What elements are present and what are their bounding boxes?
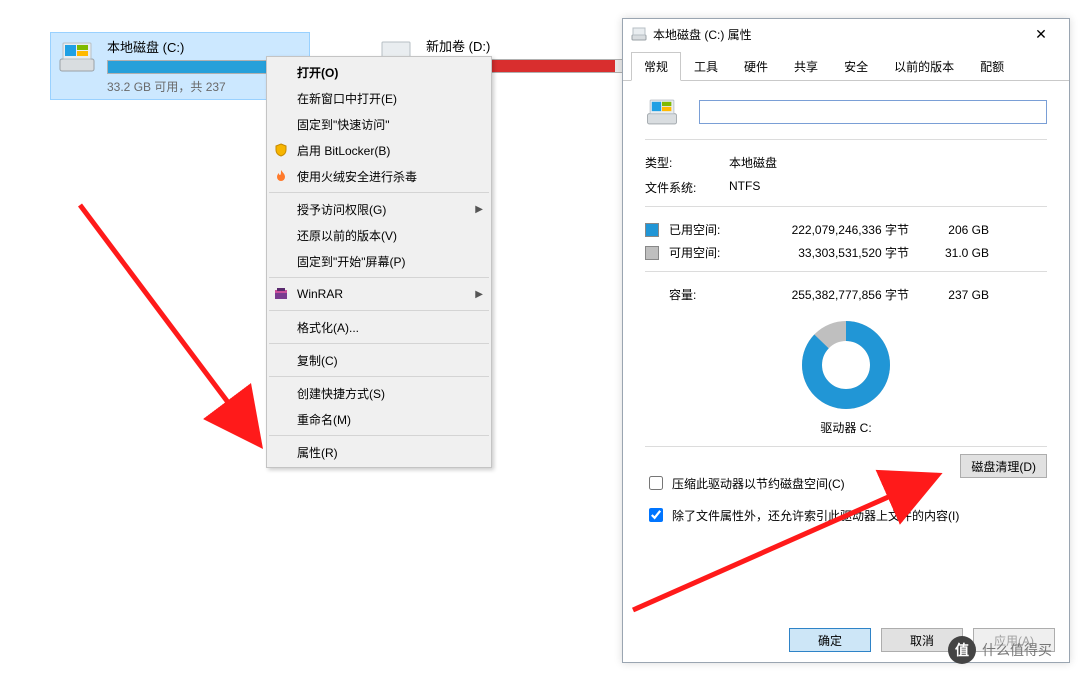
tab-tools[interactable]: 工具: [681, 52, 731, 81]
menu-grant-access[interactable]: 授予访问权限(G)▶: [267, 196, 491, 222]
free-space-row: 可用空间: 33,303,531,520 字节 31.0 GB: [645, 244, 1047, 261]
properties-dialog: 本地磁盘 (C:) 属性 ✕ 常规 工具 硬件 共享 安全 以前的版本 配额 类…: [622, 18, 1070, 663]
tab-strip: 常规 工具 硬件 共享 安全 以前的版本 配额: [623, 51, 1069, 81]
drive-context-menu: 打开(O) 在新窗口中打开(E) 固定到"快速访问" 启用 BitLocker(…: [266, 56, 492, 468]
shield-icon: [273, 142, 289, 158]
dialog-titlebar[interactable]: 本地磁盘 (C:) 属性 ✕: [623, 19, 1069, 49]
menu-separator: [269, 343, 489, 344]
disk-cleanup-button[interactable]: 磁盘清理(D): [960, 454, 1047, 478]
tab-sharing[interactable]: 共享: [781, 52, 831, 81]
drive-name: 本地磁盘 (C:): [107, 37, 303, 56]
tab-general[interactable]: 常规: [631, 52, 681, 81]
menu-properties[interactable]: 属性(R): [267, 439, 491, 465]
menu-open-new-window[interactable]: 在新窗口中打开(E): [267, 85, 491, 111]
drive-icon: [57, 37, 97, 77]
menu-winrar[interactable]: WinRAR▶: [267, 281, 491, 307]
menu-open[interactable]: 打开(O): [267, 59, 491, 85]
index-checkbox[interactable]: 除了文件属性外，还允许索引此驱动器上文件的内容(I): [645, 505, 1047, 525]
menu-separator: [269, 277, 489, 278]
menu-separator: [269, 310, 489, 311]
menu-huorong-scan[interactable]: 使用火绒安全进行杀毒: [267, 163, 491, 189]
tab-previous-versions[interactable]: 以前的版本: [881, 52, 967, 81]
options: 压缩此驱动器以节约磁盘空间(C) 除了文件属性外，还允许索引此驱动器上文件的内容…: [645, 473, 1047, 525]
tab-quota[interactable]: 配额: [967, 52, 1017, 81]
menu-restore-previous[interactable]: 还原以前的版本(V): [267, 222, 491, 248]
menu-copy[interactable]: 复制(C): [267, 347, 491, 373]
menu-separator: [269, 376, 489, 377]
dialog-title: 本地磁盘 (C:) 属性: [653, 26, 752, 43]
tab-hardware[interactable]: 硬件: [731, 52, 781, 81]
drive-large-icon: [645, 95, 679, 129]
flame-icon: [273, 168, 289, 184]
winrar-icon: [273, 286, 289, 302]
divider: [645, 139, 1047, 140]
divider: [645, 206, 1047, 207]
menu-bitlocker[interactable]: 启用 BitLocker(B): [267, 137, 491, 163]
fs-label: 文件系统:: [645, 179, 729, 196]
used-space-row: 已用空间: 222,079,246,336 字节 206 GB: [645, 221, 1047, 238]
menu-pin-quick-access[interactable]: 固定到"快速访问": [267, 111, 491, 137]
usage-donut: [645, 317, 1047, 413]
type-value: 本地磁盘: [729, 154, 777, 171]
close-button[interactable]: ✕: [1021, 20, 1061, 48]
chevron-right-icon: ▶: [475, 204, 483, 215]
drive-letter-label: 驱动器 C:: [645, 419, 1047, 436]
free-color-swatch: [645, 246, 659, 260]
type-label: 类型:: [645, 154, 729, 171]
compress-checkbox-input[interactable]: [649, 476, 663, 490]
menu-separator: [269, 192, 489, 193]
watermark-badge: 值: [948, 636, 976, 664]
index-checkbox-input[interactable]: [649, 508, 663, 522]
used-color-swatch: [645, 223, 659, 237]
fs-value: NTFS: [729, 179, 760, 196]
drive-small-icon: [631, 26, 647, 42]
annotation-arrow-1: [70, 195, 280, 465]
watermark-text: 什么值得买: [982, 640, 1052, 660]
volume-name-input[interactable]: [699, 100, 1047, 124]
chevron-right-icon: ▶: [475, 289, 483, 300]
divider: [645, 446, 1047, 447]
watermark: 值 什么值得买: [948, 636, 1052, 664]
divider: [645, 271, 1047, 272]
tab-security[interactable]: 安全: [831, 52, 881, 81]
ok-button[interactable]: 确定: [789, 628, 871, 652]
menu-create-shortcut[interactable]: 创建快捷方式(S): [267, 380, 491, 406]
menu-format[interactable]: 格式化(A)...: [267, 314, 491, 340]
menu-rename[interactable]: 重命名(M): [267, 406, 491, 432]
capacity-row: 容量: 255,382,777,856 字节 237 GB: [645, 286, 1047, 303]
menu-pin-start[interactable]: 固定到"开始"屏幕(P): [267, 248, 491, 274]
menu-separator: [269, 435, 489, 436]
drive-name: 新加卷 (D:): [426, 36, 624, 55]
